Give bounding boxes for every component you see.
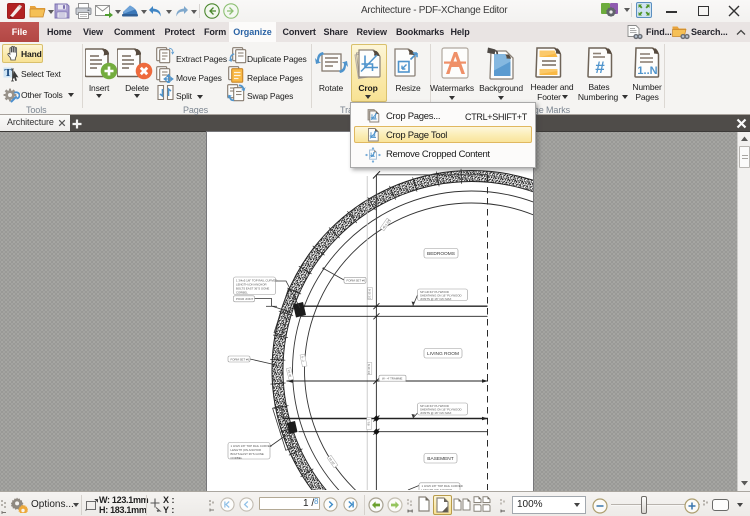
svg-text:8-10 1/2: 8-10 1/2: [367, 364, 371, 375]
svg-text:JOISTS @ 16" O/C MAX: JOISTS @ 16" O/C MAX: [420, 297, 451, 301]
svg-text:FS #6: FS #6: [287, 369, 293, 378]
svg-text:JOISTS @ 16" O/C MAX: JOISTS @ 16" O/C MAX: [420, 411, 451, 415]
svg-text:FORM SET #6: FORM SET #6: [347, 279, 366, 283]
svg-text:CORBEL: CORBEL: [231, 456, 243, 460]
svg-text:LIVING ROOM: LIVING ROOM: [427, 351, 459, 357]
svg-text:W - 4' TRAMME: W - 4' TRAMME: [382, 377, 402, 381]
svg-text:1..N: 1..N: [637, 65, 657, 77]
svg-text:BASEMENT: BASEMENT: [427, 456, 453, 462]
svg-text:#: #: [595, 58, 605, 77]
svg-text:CORBEL: CORBEL: [236, 291, 248, 295]
svg-text:FORM SET #6: FORM SET #6: [231, 357, 250, 361]
svg-text:LENGTH (ON ANCHOR: LENGTH (ON ANCHOR: [422, 488, 453, 490]
svg-text:9-10 1/2: 9-10 1/2: [368, 289, 372, 300]
svg-text:BEDROOMS: BEDROOMS: [427, 251, 455, 257]
svg-text:POUR JOINT: POUR JOINT: [236, 297, 253, 301]
svg-text:1-7/8: 1-7/8: [367, 419, 371, 426]
